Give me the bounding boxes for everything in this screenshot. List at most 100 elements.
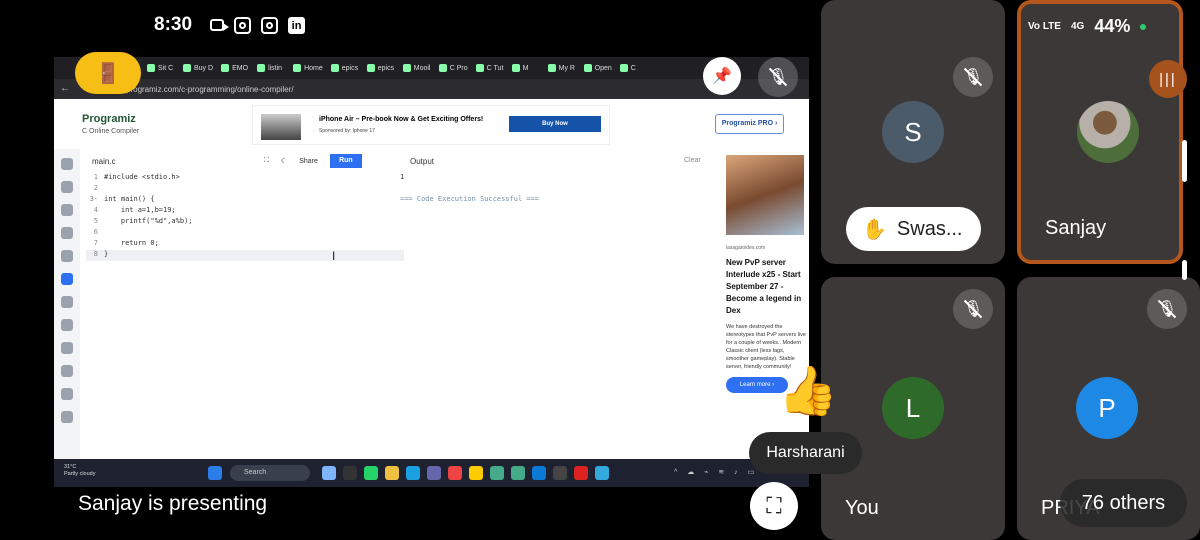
browser-tab: epics (328, 60, 362, 76)
tab-label: C Pro (449, 64, 468, 72)
weather-desc: Partly cloudy (64, 471, 96, 477)
side-ad-image (726, 155, 804, 235)
browser-tab: Mooil (400, 60, 434, 76)
taskbar-apps (208, 466, 222, 480)
js-icon (61, 342, 73, 354)
taskbar-search: Search (230, 465, 310, 481)
browser-tab: C Pro (436, 60, 471, 76)
html-icon (61, 227, 73, 239)
browser-tab: Sit C (144, 60, 178, 76)
tab-favicon-icon (330, 64, 339, 72)
code-text: int a=1,b=19; (104, 206, 176, 214)
chrome-icon (490, 466, 504, 480)
leave-door-icon[interactable]: 🚪 (75, 52, 141, 94)
code-line: 2 (86, 184, 404, 195)
system-tray: ^ ☁ ⌁ ≋ ♪ ▭ (674, 469, 759, 476)
presenting-label: Sanjay is presenting (78, 492, 268, 515)
output-line: 1 (400, 173, 405, 181)
app-icon (448, 466, 462, 480)
phone-status-bar-right: Vo LTE 4G 44% (1028, 16, 1147, 37)
browser-tab: My R (545, 60, 579, 76)
clear-label: Clear (684, 157, 701, 164)
site-logo: Programiz C Online Compiler (82, 113, 139, 135)
code-text: return 0; (104, 239, 159, 247)
tab-favicon-icon (366, 64, 375, 72)
tab-label: listin (268, 64, 283, 72)
tab-favicon-icon (293, 64, 302, 72)
output-line: === Code Execution Successful === (400, 195, 540, 203)
avatar: S (882, 101, 944, 163)
instagram-icon (261, 16, 279, 34)
tab-label: M (522, 64, 529, 72)
back-arrow-icon: ← (60, 83, 70, 94)
video-camera-icon (210, 19, 230, 31)
code-text: } (104, 250, 109, 258)
muted-mic-icon: 🎙 (953, 289, 993, 329)
weather-temp: 31°C (64, 464, 77, 470)
weather-app-icon (322, 466, 336, 480)
browser-tab: M (509, 60, 543, 76)
theme-icon: ☾ (280, 158, 288, 165)
presentation-tile[interactable]: Sit C Buy D EMO listin Home epics epics Mooil C … (54, 0, 809, 540)
battery-level: 44% (1094, 16, 1131, 36)
pin-icon[interactable]: 📌 (703, 57, 741, 95)
tab-label: My R (558, 64, 575, 72)
line-number: 4 (93, 206, 98, 214)
raised-hand-icon: ✋ (862, 218, 887, 241)
tab-favicon-icon (221, 64, 230, 72)
browser-tab: epics (364, 60, 398, 76)
participant-name: Sanjay (1045, 217, 1107, 239)
output-label: Output (410, 157, 435, 166)
tab-favicon-icon (257, 64, 266, 72)
code-text: #include <stdio.h> (104, 173, 180, 181)
avatar-photo (1077, 101, 1139, 163)
participant-tile-you[interactable]: 🎙 L You (821, 277, 1005, 540)
fullscreen-icon: ⛶ (264, 157, 269, 164)
cpp-icon (61, 296, 73, 308)
avatar: P (1076, 377, 1138, 439)
chrome-icon (511, 466, 525, 480)
file-explorer-icon (385, 466, 399, 480)
line-number: 6 (93, 228, 98, 236)
tab-favicon-icon (438, 64, 447, 72)
linkedin-icon: in (288, 16, 306, 34)
tab-label: epics (377, 64, 395, 72)
fullscreen-button[interactable]: ⛶ (750, 482, 798, 530)
tab-favicon-icon (183, 64, 191, 72)
meet-call-screen: Sit C Buy D EMO listin Home epics epics Mooil C … (0, 0, 1200, 540)
clock-time: 8:30 (154, 14, 193, 35)
line-number: 3- (89, 195, 98, 203)
run-button: Run (329, 154, 362, 168)
r-icon (61, 181, 73, 193)
code-line: 5 printf("%d",a%b); (86, 217, 404, 228)
php-icon (61, 411, 73, 423)
avatar: L (882, 377, 944, 439)
browser-tab: listin (254, 60, 288, 76)
store-icon (427, 466, 441, 480)
tab-label: Open (594, 64, 612, 72)
code-editor: 1 #include <stdio.h> 2 3- int main() {4 int … (86, 173, 404, 459)
taskbar-pinned-apps (322, 466, 609, 480)
scrollbar[interactable] (1182, 260, 1187, 280)
vscode-icon (532, 466, 546, 480)
scrollbar[interactable] (1182, 140, 1187, 182)
muted-mic-icon: 🎙 (953, 57, 993, 97)
sql-icon (61, 204, 73, 216)
tab-favicon-icon (147, 64, 155, 72)
go-icon (61, 388, 73, 400)
tab-favicon-icon (475, 64, 484, 72)
code-line: 8} (86, 250, 404, 261)
task-view-icon (343, 466, 357, 480)
photos-icon (595, 466, 609, 480)
participant-name: You (845, 497, 879, 519)
top-ad-banner: iPhone Air – Pre-book Now & Get Exciting… (252, 105, 610, 145)
java-icon (61, 250, 73, 262)
browser-tab: C (617, 60, 651, 76)
side-ad-domain: lasagaroides.com (726, 245, 766, 251)
weather-widget: 31°C Partly cloudy (64, 464, 96, 478)
line-number: 2 (93, 184, 98, 192)
acrobat-icon (574, 466, 588, 480)
others-count-chip[interactable]: 76 others (1060, 479, 1187, 527)
python-icon (61, 158, 73, 170)
text-cursor-icon: I (332, 249, 336, 263)
